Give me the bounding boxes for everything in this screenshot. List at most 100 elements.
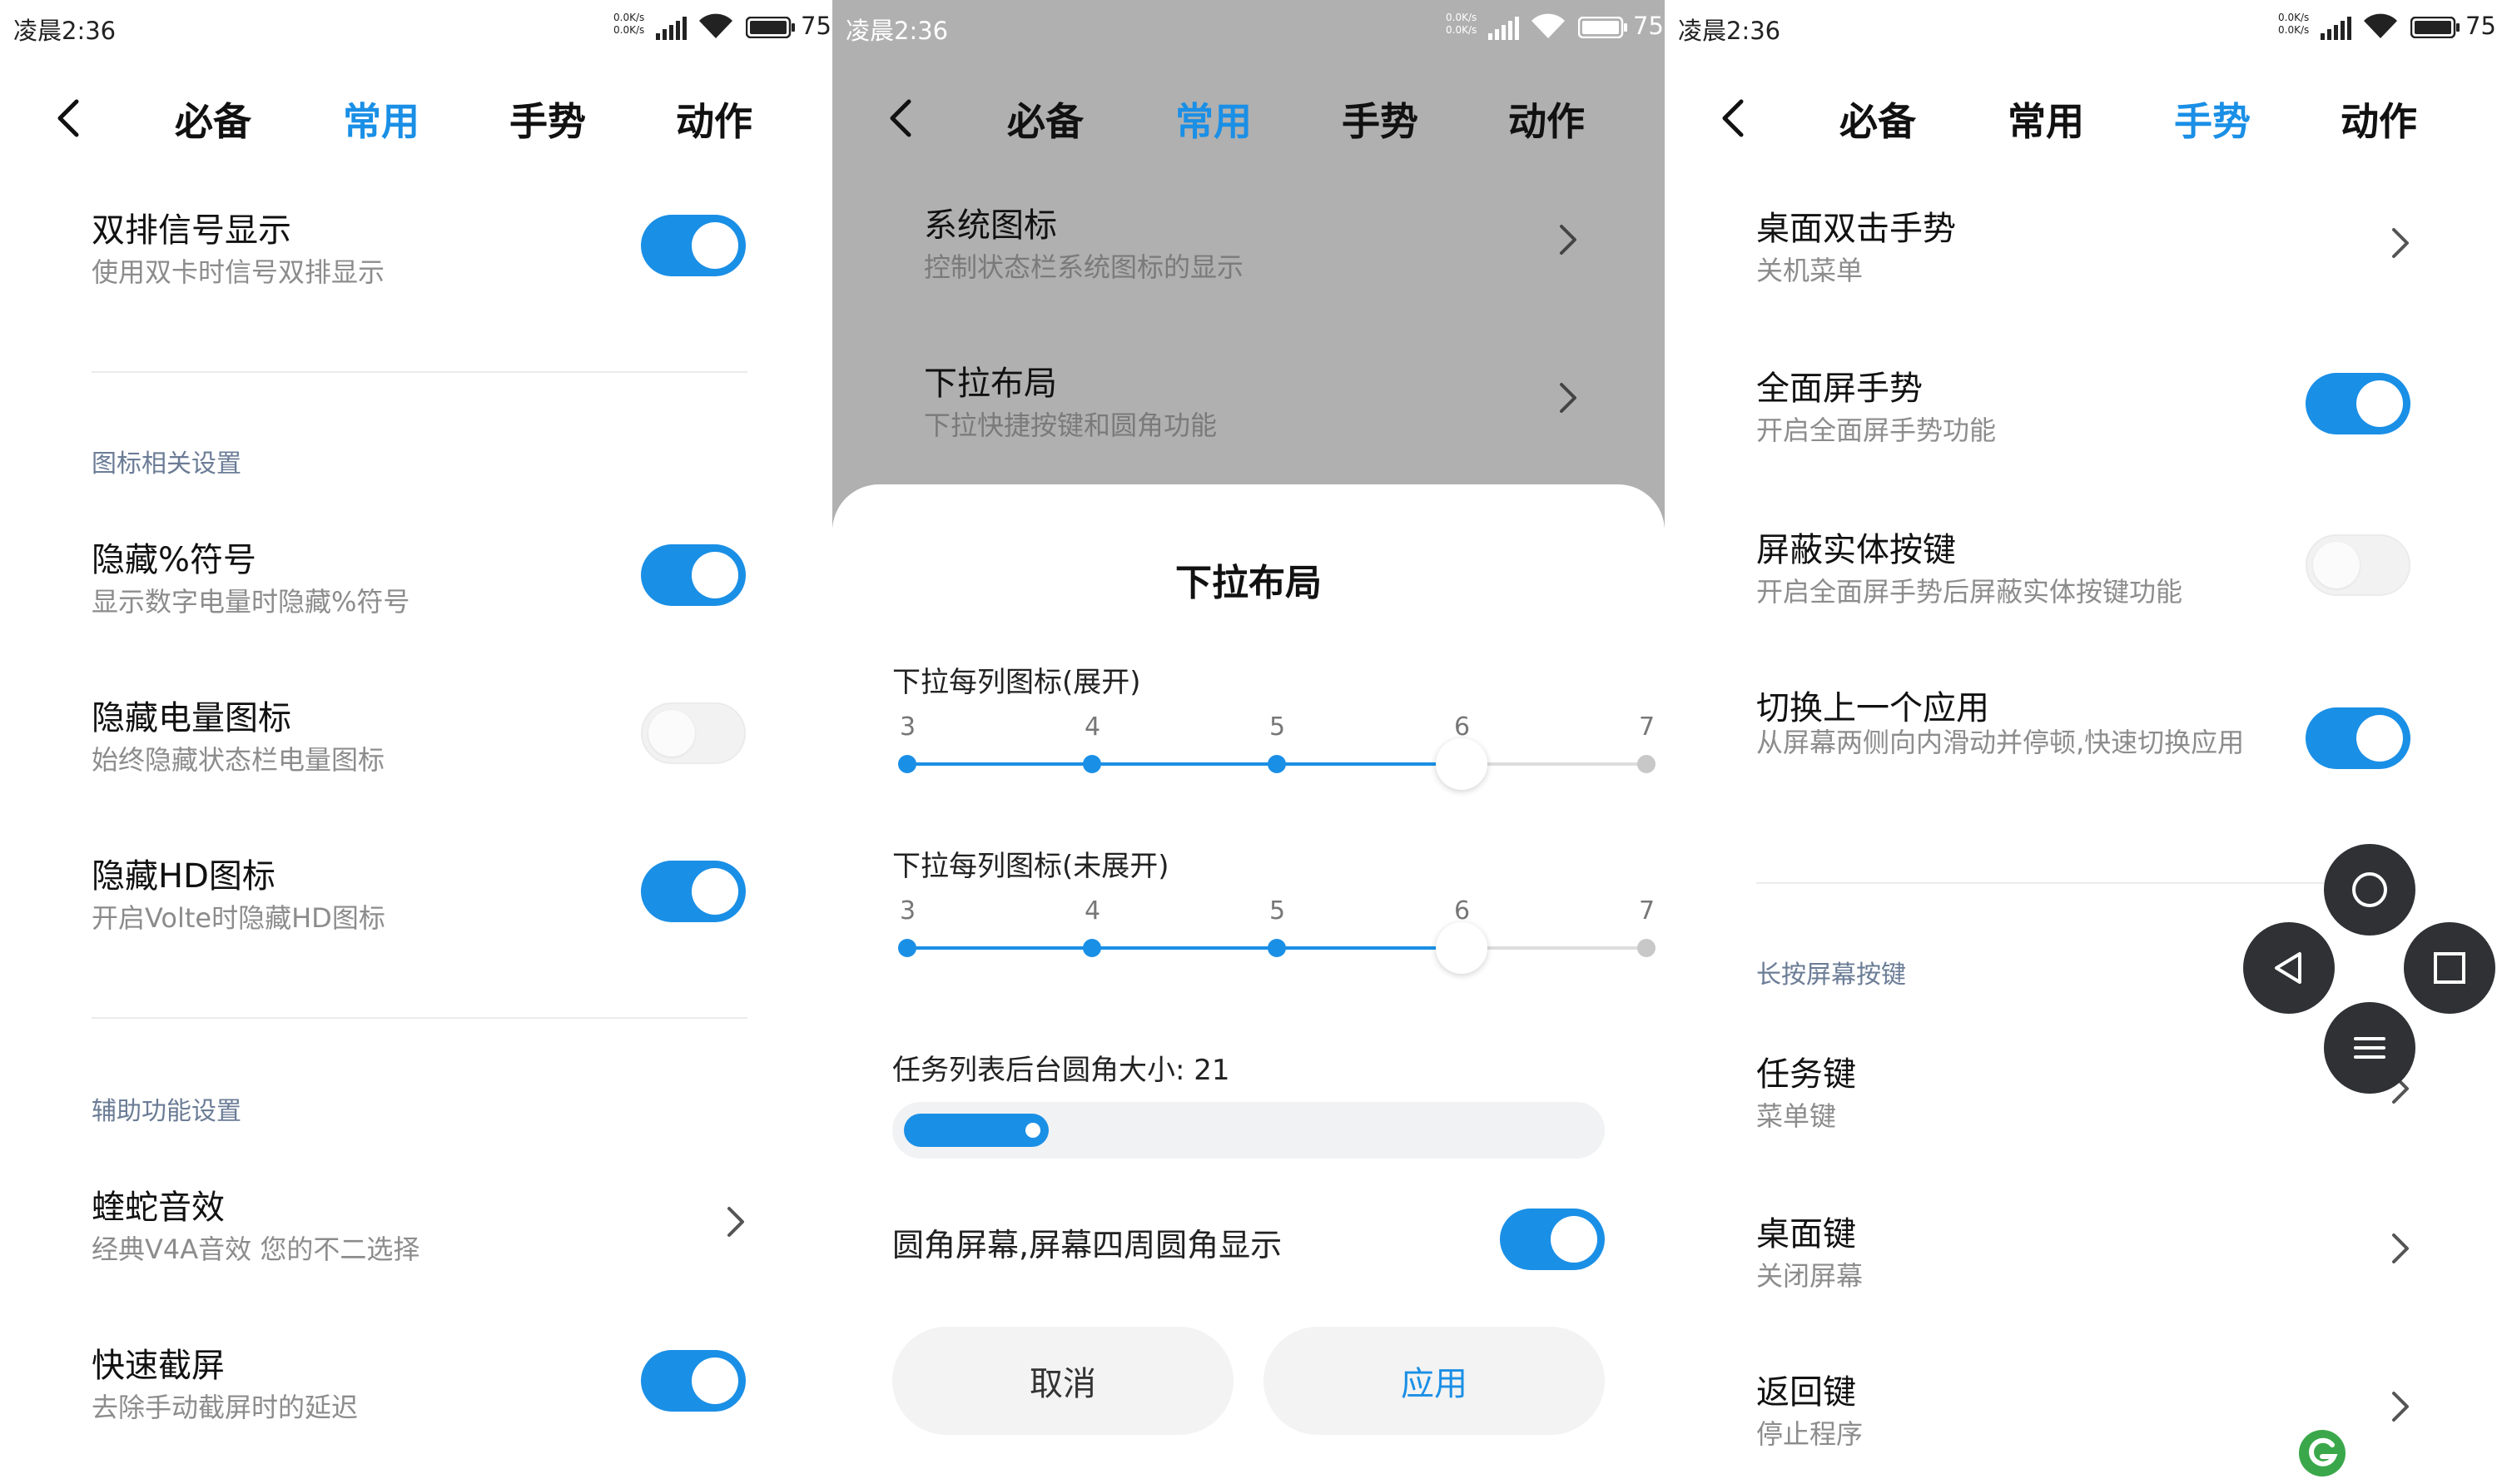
slider-step-dot[interactable] [898,939,916,957]
panel-pulldown-dialog: 凌晨2:36 0.0K/s 0.0K/s 75 必备 常用 手势 动作 系统图标 … [832,0,1665,1484]
slider-fill [907,946,1462,950]
setting-subtitle: 开启全面屏手势功能 [1756,414,1997,446]
tab-action[interactable]: 动作 [2341,92,2417,146]
toggle-switch[interactable] [2306,534,2410,596]
float-back-button[interactable] [2243,922,2335,1014]
setting-subtitle: 使用双卡时信号双排显示 [92,256,385,288]
wifi-icon [2364,13,2397,38]
setting-title: 下拉布局 [924,365,1057,403]
tab-common[interactable]: 常用 [2008,92,2084,146]
setting-subtitle: 关闭屏幕 [1756,1260,1864,1292]
setting-subtitle: 菜单键 [1756,1100,1837,1132]
slider-collapsed-label: 下拉每列图标(未展开) [892,850,1169,883]
chevron-right-icon [2392,228,2409,258]
setting-title: 隐藏电量图标 [92,699,291,737]
slider-step-dot[interactable] [1268,939,1286,957]
status-bar: 凌晨2:36 0.0K/s 0.0K/s 75 [832,0,1665,53]
slider-step-dot[interactable] [1083,939,1101,957]
square-icon [2434,952,2465,984]
setting-subtitle: 开启Volte时隐藏HD图标 [92,902,385,934]
battery-level: 75 [1633,12,1664,40]
setting-title: 隐藏HD图标 [92,857,276,896]
slider-step-dot[interactable] [1637,755,1656,773]
network-speed: 0.0K/s 0.0K/s [613,12,645,36]
setting-title: 返回键 [1756,1373,1856,1412]
corner-radius-knob[interactable] [1025,1123,1040,1138]
divider [92,371,747,373]
slider-tick-label: 4 [1085,712,1101,742]
setting-title: 系统图标 [924,206,1057,245]
divider [92,1017,747,1019]
section-header-long-press: 长按屏幕按键 [1756,960,1906,990]
slider-thumb[interactable] [1436,738,1487,790]
pulldown-layout-dialog: 下拉布局 下拉每列图标(展开) 下拉每列图标(未展开) 任务列表后台圆角大小: … [832,484,1665,1484]
circle-icon [2352,872,2387,907]
slider-step-dot[interactable] [1268,755,1286,773]
triangle-back-icon [2275,952,2301,984]
toggle-switch[interactable] [641,544,746,606]
signal-icon [656,17,687,40]
tab-action[interactable]: 动作 [1508,92,1585,146]
tab-gesture[interactable]: 手势 [509,92,586,146]
tab-gesture[interactable]: 手势 [2174,92,2251,146]
tab-essential[interactable]: 必备 [1839,92,1916,146]
signal-icon [2321,17,2351,40]
setting-subtitle: 经典V4A音效 您的不二选择 [92,1233,420,1265]
slider-collapsed[interactable] [832,484,1665,485]
tab-essential[interactable]: 必备 [1007,92,1084,146]
toggle-switch[interactable] [641,702,746,764]
section-header-icons: 图标相关设置 [92,449,241,479]
setting-subtitle: 显示数字电量时隐藏%符号 [92,586,410,618]
float-menu-button[interactable] [2324,1002,2415,1094]
setting-title: 蝰蛇音效 [92,1189,225,1227]
float-recents-button[interactable] [2404,922,2495,1014]
panel-gesture-settings: 凌晨2:36 0.0K/s 0.0K/s 75 必备 常用 手势 动作 桌面双击手… [1665,0,2497,1484]
toggle-switch[interactable] [2306,707,2410,769]
slider-step-dot[interactable] [1083,755,1101,773]
round-screen-toggle[interactable] [1500,1209,1605,1270]
wifi-icon [1531,13,1565,38]
tab-essential[interactable]: 必备 [175,92,251,146]
setting-subtitle: 开启全面屏手势后屏蔽实体按键功能 [1756,576,2183,608]
tab-common[interactable]: 常用 [343,92,419,146]
battery-icon [746,17,795,38]
chevron-right-icon [2392,1392,2409,1422]
apply-button[interactable]: 应用 [1263,1327,1605,1435]
corner-radius-slider[interactable] [892,1102,1605,1159]
status-bar: 凌晨2:36 0.0K/s 0.0K/s 75 [1665,0,2497,53]
setting-subtitle: 从屏幕两侧向内滑动并停顿,快速切换应用 [1756,727,2245,758]
corner-radius-label: 任务列表后台圆角大小: 21 [892,1054,1230,1087]
tab-common[interactable]: 常用 [1175,92,1252,146]
float-home-button[interactable] [2324,844,2415,936]
slider-thumb[interactable] [1436,922,1487,974]
signal-icon [1488,17,1519,40]
slider-step-dot[interactable] [898,755,916,773]
watermark-logo-icon [2299,1430,2346,1477]
tab-action[interactable]: 动作 [676,92,752,146]
setting-title: 桌面键 [1756,1215,1856,1253]
slider-step-dot[interactable] [1637,939,1656,957]
panel-common-settings: 凌晨2:36 0.0K/s 0.0K/s 75 必备 常用 手势 动作 双排信号显… [0,0,832,1484]
toggle-switch[interactable] [2306,373,2410,434]
chevron-right-icon [2392,1233,2409,1263]
toggle-switch[interactable] [641,215,746,276]
slider-tick-label: 7 [1639,712,1656,742]
back-arrow-icon[interactable] [1716,98,1750,138]
status-time: 凌晨2:36 [1678,17,1781,45]
slider-expanded-label: 下拉每列图标(展开) [892,666,1141,699]
back-arrow-icon[interactable] [52,98,85,138]
tab-gesture[interactable]: 手势 [1342,92,1418,146]
setting-subtitle: 控制状态栏系统图标的显示 [924,251,1244,283]
setting-title: 双排信号显示 [92,211,291,250]
toggle-switch[interactable] [641,1350,746,1412]
setting-title: 快速截屏 [92,1347,225,1385]
chevron-right-icon [1560,225,1576,255]
slider-tick-label: 5 [1269,712,1286,742]
setting-title: 桌面双击手势 [1756,210,1956,248]
wifi-icon [699,13,732,38]
back-arrow-icon[interactable] [884,98,917,138]
setting-title: 隐藏%符号 [92,541,257,579]
toggle-switch[interactable] [641,861,746,922]
cancel-button[interactable]: 取消 [892,1327,1234,1435]
dialog-title: 下拉布局 [1175,562,1322,604]
